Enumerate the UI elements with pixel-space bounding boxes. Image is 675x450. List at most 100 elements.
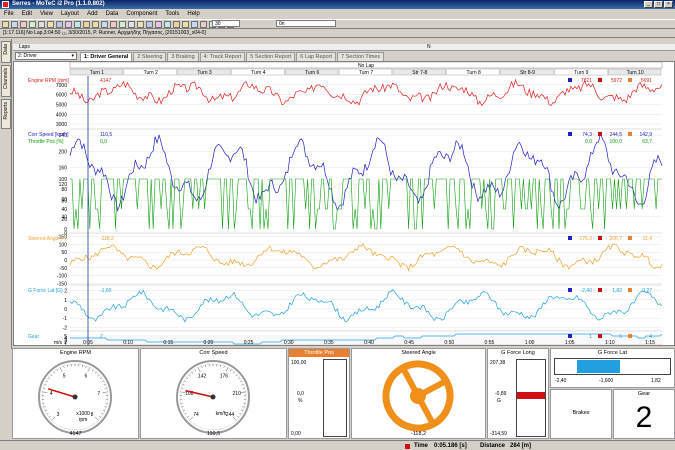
menu-file[interactable]: File bbox=[0, 9, 18, 19]
channel-stat: -2,40 bbox=[581, 288, 593, 294]
stat-marker-icon bbox=[568, 78, 572, 82]
tab-worksheet[interactable]: 6 Lap Report bbox=[296, 52, 337, 61]
y-tick-label: 80 bbox=[61, 187, 67, 193]
gear-value: 2 bbox=[635, 401, 653, 434]
toolbar-tool-icon[interactable] bbox=[137, 21, 144, 28]
toolbar-tool-icon[interactable] bbox=[20, 21, 27, 28]
turn-label: Turn 4 bbox=[251, 70, 265, 76]
toolbar-tool-icon[interactable] bbox=[173, 21, 180, 28]
toolbar-tool-icon[interactable] bbox=[2, 21, 9, 28]
y-tick-label: 50 bbox=[61, 250, 67, 256]
zoom-combo[interactable]: 30 bbox=[212, 20, 240, 27]
chart-panel[interactable] bbox=[14, 131, 674, 233]
app-logo-icon bbox=[2, 1, 9, 8]
tab-worksheet[interactable]: 4: Track Report bbox=[199, 52, 246, 61]
side-tab-channels[interactable]: Channels bbox=[1, 65, 11, 97]
toolbar-tool-icon[interactable] bbox=[101, 21, 108, 28]
y-tick-label: 20 bbox=[61, 217, 67, 223]
y-tick-label: 1 bbox=[64, 342, 67, 345]
channel-stat: 206,7 bbox=[609, 236, 622, 242]
navigation-combo[interactable]: 0n bbox=[276, 20, 336, 27]
toolbar-tool-icon[interactable] bbox=[182, 21, 189, 28]
toolbar-tool-icon[interactable] bbox=[155, 21, 162, 28]
toolbar-tool-icon[interactable] bbox=[29, 21, 36, 28]
y-tick-label: 2 bbox=[64, 289, 67, 295]
menu-layout[interactable]: Layout bbox=[57, 9, 83, 19]
y-tick-label: 5000 bbox=[56, 102, 67, 108]
speed-gauge: Corr Speed 74 108 142 176 210 244 km/h 110,5 bbox=[140, 348, 287, 439]
channel-name: Corr Speed [km/h] bbox=[28, 132, 69, 138]
toolbar-tool-icon[interactable] bbox=[92, 21, 99, 28]
x-tick-label: 1:15 bbox=[645, 340, 655, 345]
gear-display: Gear 2 bbox=[613, 389, 675, 439]
turn-label: Str 8-9 bbox=[520, 70, 535, 76]
rpm-gauge-title: Engine RPM bbox=[60, 350, 91, 356]
menu-edit[interactable]: Edit bbox=[18, 9, 36, 19]
time-distance-chart[interactable]: No Lap Turn 1 Turn 2 Turn 3 Turn 4 Turn 6 Turn… bbox=[13, 61, 675, 348]
side-tab-reports[interactable]: Reports bbox=[1, 99, 11, 129]
x-tick-label: 1:00 bbox=[525, 340, 535, 345]
toolbar-tool-icon[interactable] bbox=[128, 21, 135, 28]
y-tick-label: 60 bbox=[61, 197, 67, 203]
toolbar-tool-icon[interactable] bbox=[119, 21, 126, 28]
turn-label: Turn 7 bbox=[359, 70, 373, 76]
menu-component[interactable]: Component bbox=[122, 9, 161, 19]
g-long-unit: G bbox=[497, 398, 501, 404]
y-tick-label: 0 bbox=[64, 307, 67, 313]
toolbar-tool-icon[interactable] bbox=[146, 21, 153, 28]
channel-stat: 5972 bbox=[611, 78, 622, 84]
toolbar-tool-icon[interactable] bbox=[11, 21, 18, 28]
y-tick-label: 0 bbox=[64, 258, 67, 264]
tab-worksheet[interactable]: 7 Section Times bbox=[337, 52, 385, 61]
laps-row[interactable]: Laps N bbox=[13, 44, 675, 51]
motec-window: Serres - MoTeC i2 Pro (1.1.0.802) _ □ × … bbox=[0, 0, 675, 450]
lap-marker: N bbox=[427, 44, 431, 50]
tab-worksheet[interactable]: 2 Steering bbox=[133, 52, 167, 61]
menu-view[interactable]: View bbox=[36, 9, 57, 19]
dial-label: 74 bbox=[193, 412, 199, 418]
g-lat-level bbox=[576, 360, 621, 373]
channel-value: -1,60 bbox=[100, 288, 112, 294]
toolbar-tool-icon[interactable] bbox=[200, 21, 207, 28]
dial-label: 244 bbox=[226, 412, 235, 418]
x-tick-label: 1:10 bbox=[605, 340, 615, 345]
menu-tools[interactable]: Tools bbox=[161, 9, 183, 19]
dial-label: 176 bbox=[220, 374, 229, 380]
title-bar: Serres - MoTeC i2 Pro (1.1.0.802) bbox=[0, 0, 675, 9]
dial-unit: km/h bbox=[216, 411, 227, 417]
close-icon[interactable]: × bbox=[664, 1, 673, 8]
dial-label: 5 bbox=[63, 374, 66, 380]
channel-stat: 1,82 bbox=[612, 288, 622, 294]
menu-data[interactable]: Data bbox=[102, 9, 123, 19]
throttle-gauge: Throttle Pos 100,00 0,0 % 0,00 bbox=[288, 348, 350, 439]
menu-help[interactable]: Help bbox=[183, 9, 203, 19]
toolbar-tool-icon[interactable] bbox=[191, 21, 198, 28]
toolbar-tool-icon[interactable] bbox=[65, 21, 72, 28]
driver-select[interactable]: 2: Driver ▾ bbox=[15, 52, 77, 60]
stat-marker-icon bbox=[568, 132, 572, 136]
dial-label: 3 bbox=[57, 412, 60, 418]
steer-gauge-title: Steered Angle bbox=[401, 350, 436, 356]
toolbar-tool-icon[interactable] bbox=[74, 21, 81, 28]
side-tab-data[interactable]: Data bbox=[1, 41, 11, 63]
menu-add[interactable]: Add bbox=[83, 9, 102, 19]
toolbar-tool-icon[interactable] bbox=[56, 21, 63, 28]
toolbar-tool-icon[interactable] bbox=[47, 21, 54, 28]
maximize-icon[interactable]: □ bbox=[654, 1, 663, 8]
channel-name: G Force Lat [G] bbox=[28, 288, 63, 294]
minimize-icon[interactable]: _ bbox=[644, 1, 653, 8]
stat-marker-icon bbox=[598, 78, 602, 82]
toolbar-tool-icon[interactable] bbox=[38, 21, 45, 28]
y-tick-label: 200 bbox=[59, 149, 68, 155]
toolbar-tool-icon[interactable] bbox=[83, 21, 90, 28]
stat-marker-icon bbox=[628, 334, 632, 338]
tab-worksheet[interactable]: 5 Section Report bbox=[246, 52, 296, 61]
y-tick-label: -2 bbox=[63, 325, 68, 331]
tab-worksheet[interactable]: 3 Braking bbox=[167, 52, 199, 61]
chart-panel[interactable] bbox=[14, 333, 674, 345]
toolbar-tool-icon[interactable] bbox=[164, 21, 171, 28]
tab-worksheet[interactable]: 1: Driver General bbox=[80, 52, 133, 61]
g-lat-max: 1,82 bbox=[651, 378, 661, 384]
g-lat-bar bbox=[554, 358, 671, 375]
toolbar-tool-icon[interactable] bbox=[110, 21, 117, 28]
